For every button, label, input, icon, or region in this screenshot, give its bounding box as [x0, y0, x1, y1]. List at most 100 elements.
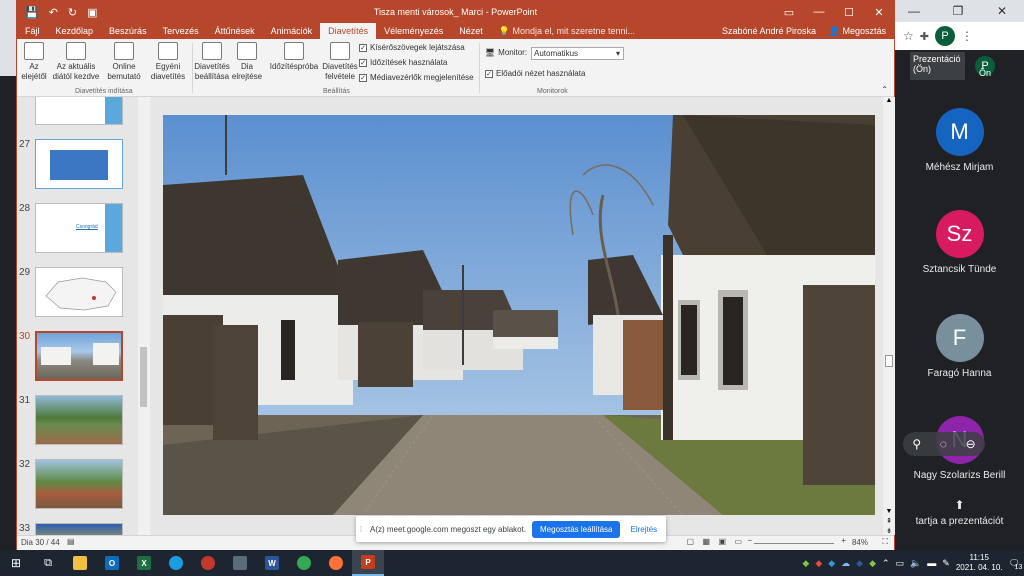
chrome-profile-avatar[interactable]: P [934, 26, 955, 46]
taskbar-app[interactable] [64, 550, 96, 576]
pin-icon[interactable]: ⚲ [912, 437, 921, 451]
close-icon[interactable]: ✕ [864, 1, 894, 23]
save-icon[interactable]: 💾 [25, 6, 39, 19]
presenter-view-label: Előadói nézet használata [496, 69, 586, 78]
taskbar-app[interactable] [192, 550, 224, 576]
reading-view-icon[interactable]: ▣ [718, 537, 726, 546]
participant-tile[interactable]: Sz Sztancsik Tünde [895, 210, 1024, 275]
tab-slideshow[interactable]: Diavetítés [320, 23, 377, 39]
scroll-down-icon[interactable]: ▼ [883, 508, 895, 515]
ink-workspace-icon[interactable]: ✎ [942, 558, 950, 569]
zoom-in-icon[interactable]: + [841, 536, 846, 545]
slide-image[interactable] [163, 115, 875, 515]
quick-access-toolbar: 💾 ↶ ↻ ▣ [17, 6, 98, 19]
fit-slide-icon[interactable]: ⛶ [882, 537, 888, 547]
thumbnail-scrollbar[interactable] [138, 97, 149, 535]
spellcheck-icon[interactable]: ▤ [67, 537, 75, 546]
tab-review[interactable]: Véleményezés [376, 23, 451, 39]
extension-icon[interactable]: ✚ [920, 30, 929, 43]
presenting-status[interactable]: ⬆ tartja a prezentációt [895, 498, 1024, 527]
tray-app-icon[interactable]: ◆ [828, 558, 835, 569]
scroll-up-icon[interactable]: ▲ [883, 97, 895, 104]
tab-home[interactable]: Kezdőlap [48, 23, 102, 39]
custom-slideshow-button[interactable]: Egyéni diavetítés [147, 42, 189, 82]
start-button[interactable]: ⊞ [0, 550, 32, 576]
tray-app-icon[interactable]: ◆ [869, 558, 876, 569]
taskbar-app[interactable] [320, 550, 352, 576]
presenter-view-checkbox[interactable]: ✓ Előadói nézet használata [485, 69, 585, 78]
user-name[interactable]: Szabóné André Piroska [722, 23, 816, 39]
undo-icon[interactable]: ↶ [49, 6, 58, 19]
zoom-level[interactable]: 84% [852, 538, 868, 547]
tab-insert[interactable]: Beszúrás [101, 23, 155, 39]
restore-icon[interactable]: ❐ [936, 0, 980, 22]
tell-me-search[interactable]: 💡 Mondja el, mit szeretne tenni... [491, 23, 635, 39]
drag-handle-icon[interactable]: ⁞ [356, 525, 366, 534]
setup-slideshow-button[interactable]: Diavetítés beállítása [193, 42, 231, 82]
redo-icon[interactable]: ↻ [68, 6, 77, 19]
normal-view-icon[interactable]: ▢ [686, 537, 694, 546]
close-icon[interactable]: ✕ [980, 0, 1024, 22]
collapse-ribbon-icon[interactable]: ⌃ [881, 85, 888, 94]
tab-transitions[interactable]: Áttűnések [207, 23, 263, 39]
start-slideshow-icon[interactable]: ▣ [87, 6, 97, 19]
slide-sorter-icon[interactable]: ▦ [702, 537, 710, 546]
tray-app-icon[interactable]: ◆ [856, 558, 863, 569]
use-timings-checkbox[interactable]: ✓ Időzítések használata [359, 58, 447, 67]
tab-view[interactable]: Nézet [451, 23, 491, 39]
tab-animations[interactable]: Animációk [263, 23, 321, 39]
from-beginning-button[interactable]: Az elejétől [21, 42, 47, 82]
taskbar-app[interactable] [224, 550, 256, 576]
tray-app-icon[interactable]: ◆ [802, 558, 809, 569]
ribbon-separator [479, 43, 480, 93]
slide-scrollbar[interactable]: ▲ ▼ ⇞ ⇟ [883, 97, 895, 535]
scrollbar-thumb[interactable] [885, 355, 893, 367]
minimize-icon[interactable]: — [892, 0, 936, 22]
network-icon[interactable]: ▬ [927, 558, 936, 568]
tray-app-icon[interactable]: ◆ [815, 558, 822, 569]
taskbar-app[interactable]: O [96, 550, 128, 576]
taskbar-app[interactable] [160, 550, 192, 576]
participant-tile[interactable]: F Faragó Hanna [895, 314, 1024, 379]
show-media-controls-checkbox[interactable]: ✓ Médiavezérlők megjelenítése [359, 73, 474, 82]
rehearse-timings-button[interactable]: Időzítéspróba [267, 42, 321, 72]
hide-slide-button[interactable]: Dia elrejtése [231, 42, 263, 82]
participant-tile[interactable]: M Méhész Mirjam [895, 108, 1024, 173]
online-present-button[interactable]: Online bemutató [105, 42, 143, 82]
zoom-slider[interactable] [754, 543, 834, 544]
tab-design[interactable]: Tervezés [155, 23, 207, 39]
hide-button[interactable]: Elrejtés [630, 525, 657, 534]
stop-sharing-button[interactable]: Megosztás leállítása [532, 520, 621, 538]
mute-icon[interactable]: ◌ [940, 437, 947, 451]
chrome-menu-icon[interactable]: ⋮ [961, 29, 973, 43]
clock[interactable]: 11:15 2021. 04. 10. [956, 553, 1003, 573]
volume-icon[interactable]: 🔈 [910, 558, 921, 569]
next-slide-icon[interactable]: ⇟ [883, 527, 895, 535]
record-slideshow-button[interactable]: Diavetítés felvétele [321, 42, 359, 82]
prev-slide-icon[interactable]: ⇞ [883, 517, 895, 525]
tab-file[interactable]: Fájl [17, 23, 48, 39]
from-current-button[interactable]: Az aktuális diától kezdve [51, 42, 101, 82]
star-icon[interactable]: ☆ [903, 29, 914, 43]
notifications-button[interactable]: 🗨 13 [1009, 558, 1023, 571]
show-hidden-icons-icon[interactable]: ⌃ [882, 558, 890, 569]
presentation-tile[interactable]: Prezentáció (Ön) [910, 52, 965, 80]
slideshow-view-icon[interactable]: ▭ [734, 537, 742, 546]
share-button[interactable]: 👤 Megosztás [829, 23, 886, 39]
minimize-icon[interactable]: — [804, 1, 834, 23]
task-view-button[interactable]: ⧉ [32, 550, 64, 576]
ribbon-options-icon[interactable]: ▭ [774, 1, 804, 23]
maximize-icon[interactable]: ☐ [834, 1, 864, 23]
remove-icon[interactable]: ⊖ [966, 437, 976, 451]
display-icon[interactable]: ▭ [896, 558, 905, 569]
chrome-icon [297, 556, 311, 570]
scrollbar-thumb[interactable] [140, 347, 147, 407]
monitor-select[interactable]: Automatikus ▾ [531, 47, 624, 60]
taskbar-app[interactable] [288, 550, 320, 576]
taskbar-app-active[interactable]: P [352, 550, 384, 576]
zoom-out-icon[interactable]: − [747, 536, 752, 545]
taskbar-app[interactable]: W [256, 550, 288, 576]
taskbar-app[interactable]: X [128, 550, 160, 576]
play-narrations-checkbox[interactable]: ✓ Kísérőszövegek lejátszása [359, 43, 465, 52]
onedrive-icon[interactable]: ☁ [841, 558, 850, 569]
